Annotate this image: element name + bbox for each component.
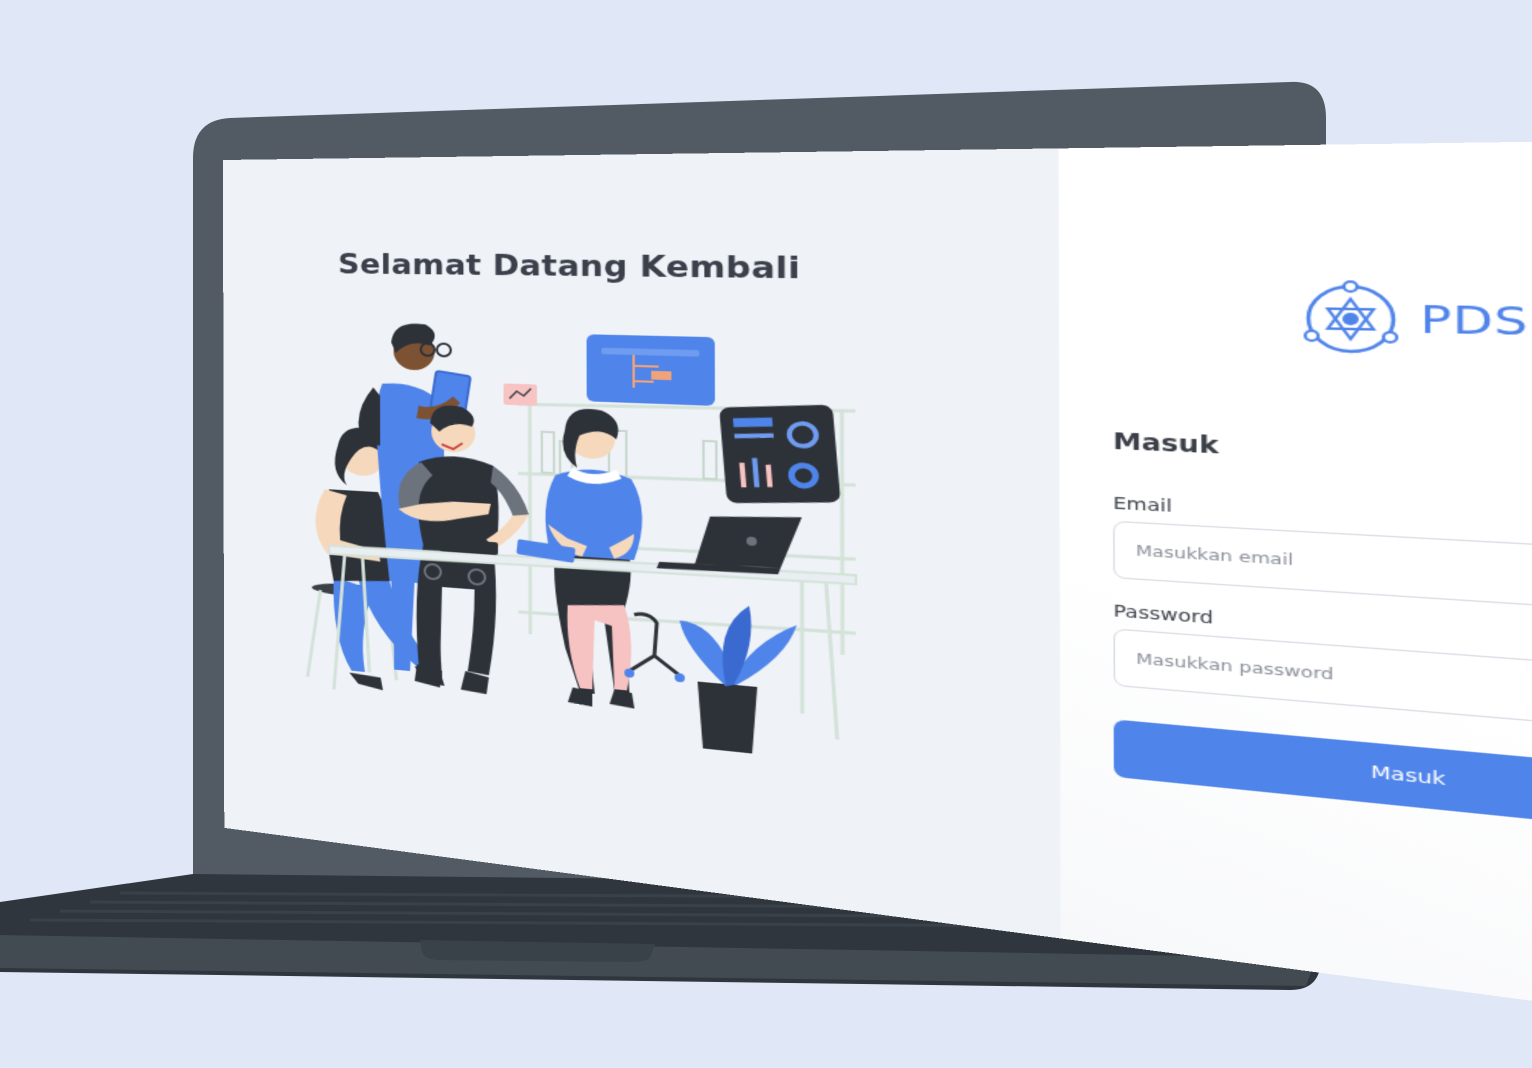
login-title: Masuk: [1112, 428, 1219, 460]
password-placeholder: Masukkan password: [1136, 649, 1334, 684]
email-placeholder: Masukkan email: [1135, 541, 1294, 569]
brand-name: PDS: [1419, 297, 1529, 346]
welcome-title: Selamat Datang Kembali: [337, 248, 801, 287]
laptop-mockup: Selamat Datang Kembali PDS Masuk Email M…: [0, 0, 1532, 1068]
brand: PDS: [1299, 279, 1529, 364]
login-panel: PDS Masuk Email Masukkan email Password …: [1058, 139, 1532, 1026]
login-button[interactable]: Masuk: [1113, 719, 1532, 849]
login-button-label: Masuk: [1370, 762, 1446, 791]
pds-logo-icon: [1299, 279, 1404, 361]
welcome-panel: Selamat Datang Kembali: [223, 148, 1061, 939]
team-illustration: [285, 323, 870, 755]
password-label: Password: [1113, 602, 1214, 629]
email-label: Email: [1113, 494, 1173, 517]
